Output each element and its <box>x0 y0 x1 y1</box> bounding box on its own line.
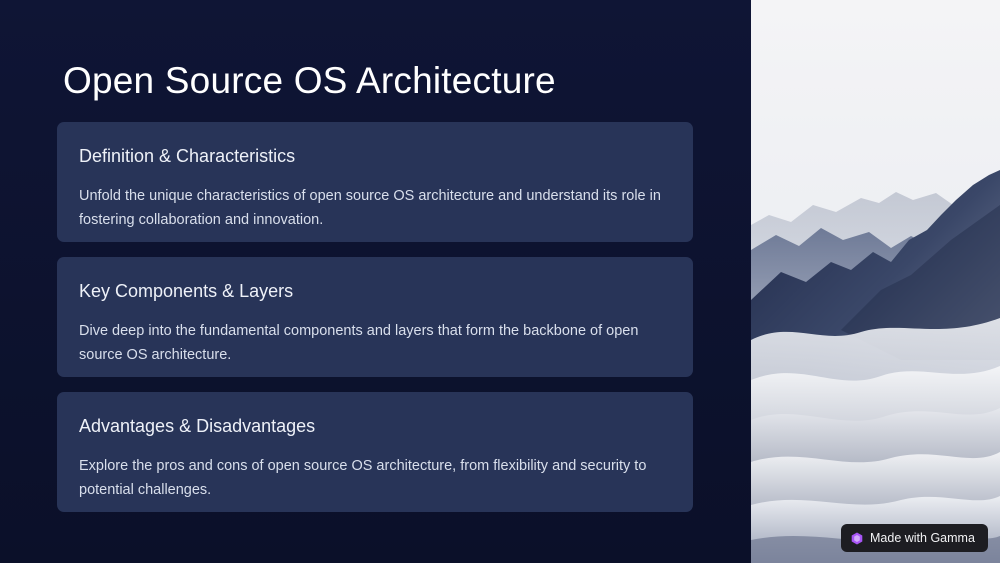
mountain-illustration <box>751 0 1000 563</box>
card-heading: Definition & Characteristics <box>79 146 296 166</box>
card-heading: Advantages & Disadvantages <box>79 416 316 436</box>
gamma-logo-icon <box>851 532 863 545</box>
card-body: Dive deep into the fundamental component… <box>79 323 639 363</box>
mountain-landscape-image <box>751 0 1000 563</box>
card-heading: Key Components & Layers <box>79 281 294 301</box>
slide: Open Source OS Architecture Definition &… <box>0 0 1000 563</box>
made-with-gamma-badge[interactable]: Made with Gamma <box>841 524 988 552</box>
badge-label: Made with Gamma <box>870 531 975 545</box>
card-advantages: Advantages & Disadvantages Explore the p… <box>57 392 693 512</box>
card-components: Key Components & Layers Dive deep into t… <box>57 257 693 377</box>
card-body: Unfold the unique characteristics of ope… <box>79 188 661 228</box>
card-definition: Definition & Characteristics Unfold the … <box>57 122 693 242</box>
card-body: Explore the pros and cons of open source… <box>79 458 647 498</box>
slide-title: Open Source OS Architecture <box>63 60 556 101</box>
